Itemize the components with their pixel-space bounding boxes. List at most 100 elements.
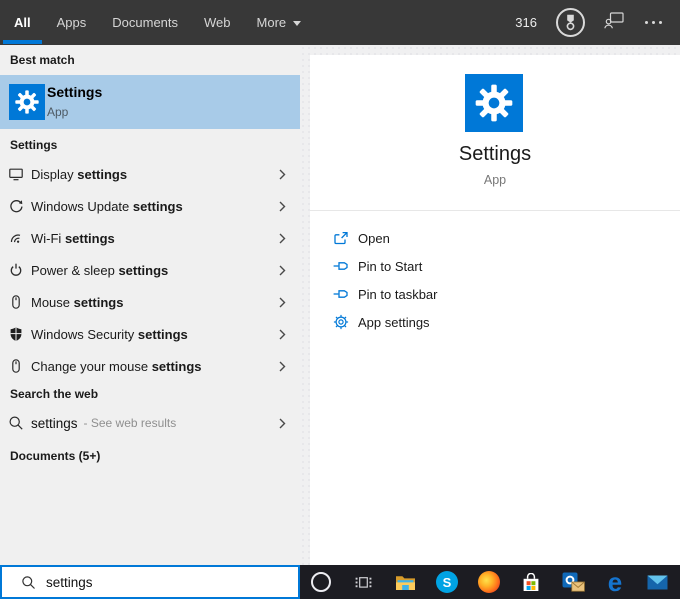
search-header: All Apps Documents Web More 316: [0, 0, 680, 45]
search-input[interactable]: [46, 575, 298, 590]
pin-icon: [333, 286, 349, 302]
tab-apps-label: Apps: [57, 15, 87, 30]
open-icon: [333, 230, 349, 246]
store-button[interactable]: [510, 565, 552, 599]
mouse-icon: [8, 358, 24, 374]
best-match-result[interactable]: Settings App: [0, 75, 300, 129]
search-icon: [21, 575, 36, 590]
skype-button[interactable]: S: [426, 565, 468, 599]
result-windows-update-settings[interactable]: Windows Update settings: [0, 190, 300, 222]
search-web-section-header: Search the web: [10, 387, 98, 401]
pin-to-taskbar-button[interactable]: Pin to taskbar: [310, 280, 680, 308]
chevron-right-icon[interactable]: [279, 169, 286, 180]
cortana-button[interactable]: [300, 565, 342, 599]
preview-actions: Open Pin to Start Pin to taskbar: [310, 224, 680, 336]
pin-to-start-button[interactable]: Pin to Start: [310, 252, 680, 280]
action-label: Pin to Start: [358, 259, 422, 274]
search-bar[interactable]: [0, 565, 300, 599]
display-icon: [8, 166, 24, 182]
rewards-medal-icon[interactable]: [556, 8, 585, 37]
outlook-icon: [562, 572, 585, 592]
result-mouse-settings[interactable]: Mouse settings: [0, 286, 300, 318]
cortana-icon: [311, 572, 331, 592]
action-label: Pin to taskbar: [358, 287, 438, 302]
more-options-icon[interactable]: [643, 17, 664, 28]
settings-section-header: Settings: [10, 138, 57, 152]
best-match-subtitle: App: [47, 105, 68, 119]
result-label: Wi-Fi: [31, 231, 65, 246]
task-view-button[interactable]: [342, 565, 384, 599]
result-label: Mouse: [31, 295, 74, 310]
firefox-icon: [478, 571, 500, 593]
gear-icon: [472, 81, 516, 125]
result-display-settings[interactable]: Display settings: [0, 158, 300, 190]
chevron-right-icon[interactable]: [279, 361, 286, 372]
web-query: settings: [31, 416, 78, 431]
preview-panel: Settings App Open Pin to Start: [310, 55, 680, 565]
pin-icon: [333, 258, 349, 274]
result-label: Windows Security: [31, 327, 138, 342]
edge-button[interactable]: e: [594, 565, 636, 599]
preview-title: Settings: [310, 143, 680, 166]
edge-icon: e: [608, 569, 622, 595]
taskbar: S e: [300, 565, 680, 599]
result-power-sleep-settings[interactable]: Power & sleep settings: [0, 254, 300, 286]
documents-section-header: Documents (5+): [10, 449, 100, 463]
result-wifi-settings[interactable]: Wi-Fi settings: [0, 222, 300, 254]
tab-all-label: All: [14, 15, 31, 30]
rewards-points: 316: [515, 15, 537, 30]
update-icon: [8, 198, 24, 214]
wifi-icon: [8, 230, 24, 246]
tab-web-label: Web: [204, 15, 231, 30]
tab-all[interactable]: All: [14, 0, 31, 45]
tab-documents-label: Documents: [112, 15, 178, 30]
app-settings-button[interactable]: App settings: [310, 308, 680, 336]
chevron-right-icon[interactable]: [279, 418, 286, 429]
edge-letter: e: [608, 567, 622, 597]
mail-button[interactable]: [636, 565, 678, 599]
chevron-right-icon[interactable]: [279, 297, 286, 308]
chevron-down-icon: [293, 21, 301, 26]
result-change-mouse-settings[interactable]: Change your mouse settings: [0, 350, 300, 382]
outlook-button[interactable]: [552, 565, 594, 599]
tab-web[interactable]: Web: [204, 0, 231, 45]
tab-apps[interactable]: Apps: [57, 0, 87, 45]
divider: [310, 210, 680, 211]
chevron-right-icon[interactable]: [279, 265, 286, 276]
header-actions: 316: [515, 8, 680, 37]
shield-icon: [8, 326, 24, 342]
result-see-web-results[interactable]: settings - See web results: [0, 407, 300, 439]
best-match-header: Best match: [10, 53, 75, 67]
task-view-icon: [354, 575, 373, 590]
mouse-icon: [8, 294, 24, 310]
preview-subtitle: App: [310, 173, 680, 187]
chevron-right-icon[interactable]: [279, 201, 286, 212]
firefox-button[interactable]: [468, 565, 510, 599]
windows-search-panel: All Apps Documents Web More 316: [0, 0, 680, 599]
tab-more[interactable]: More: [257, 0, 302, 45]
result-label: Display: [31, 167, 77, 182]
result-windows-security-settings[interactable]: Windows Security settings: [0, 318, 300, 350]
file-explorer-icon: [395, 574, 416, 591]
chevron-right-icon[interactable]: [279, 329, 286, 340]
best-match-title: Settings: [47, 84, 102, 100]
settings-results-list: Display settings Windows Update settings: [0, 158, 300, 382]
chevron-right-icon[interactable]: [279, 233, 286, 244]
settings-app-tile: [9, 84, 45, 120]
file-explorer-button[interactable]: [384, 565, 426, 599]
gear-icon: [13, 88, 41, 116]
mail-icon: [647, 575, 668, 590]
open-button[interactable]: Open: [310, 224, 680, 252]
web-search-result: settings - See web results: [0, 407, 300, 439]
result-label: Change your mouse: [31, 359, 152, 374]
action-label: Open: [358, 231, 390, 246]
web-suffix: - See web results: [84, 416, 177, 430]
power-icon: [8, 262, 24, 278]
feedback-icon[interactable]: [604, 12, 624, 34]
settings-app-tile-large: [465, 74, 523, 132]
tab-documents[interactable]: Documents: [112, 0, 178, 45]
result-label: Windows Update: [31, 199, 133, 214]
action-label: App settings: [358, 315, 430, 330]
gear-outline-icon: [333, 314, 349, 330]
skype-icon: S: [436, 571, 458, 593]
